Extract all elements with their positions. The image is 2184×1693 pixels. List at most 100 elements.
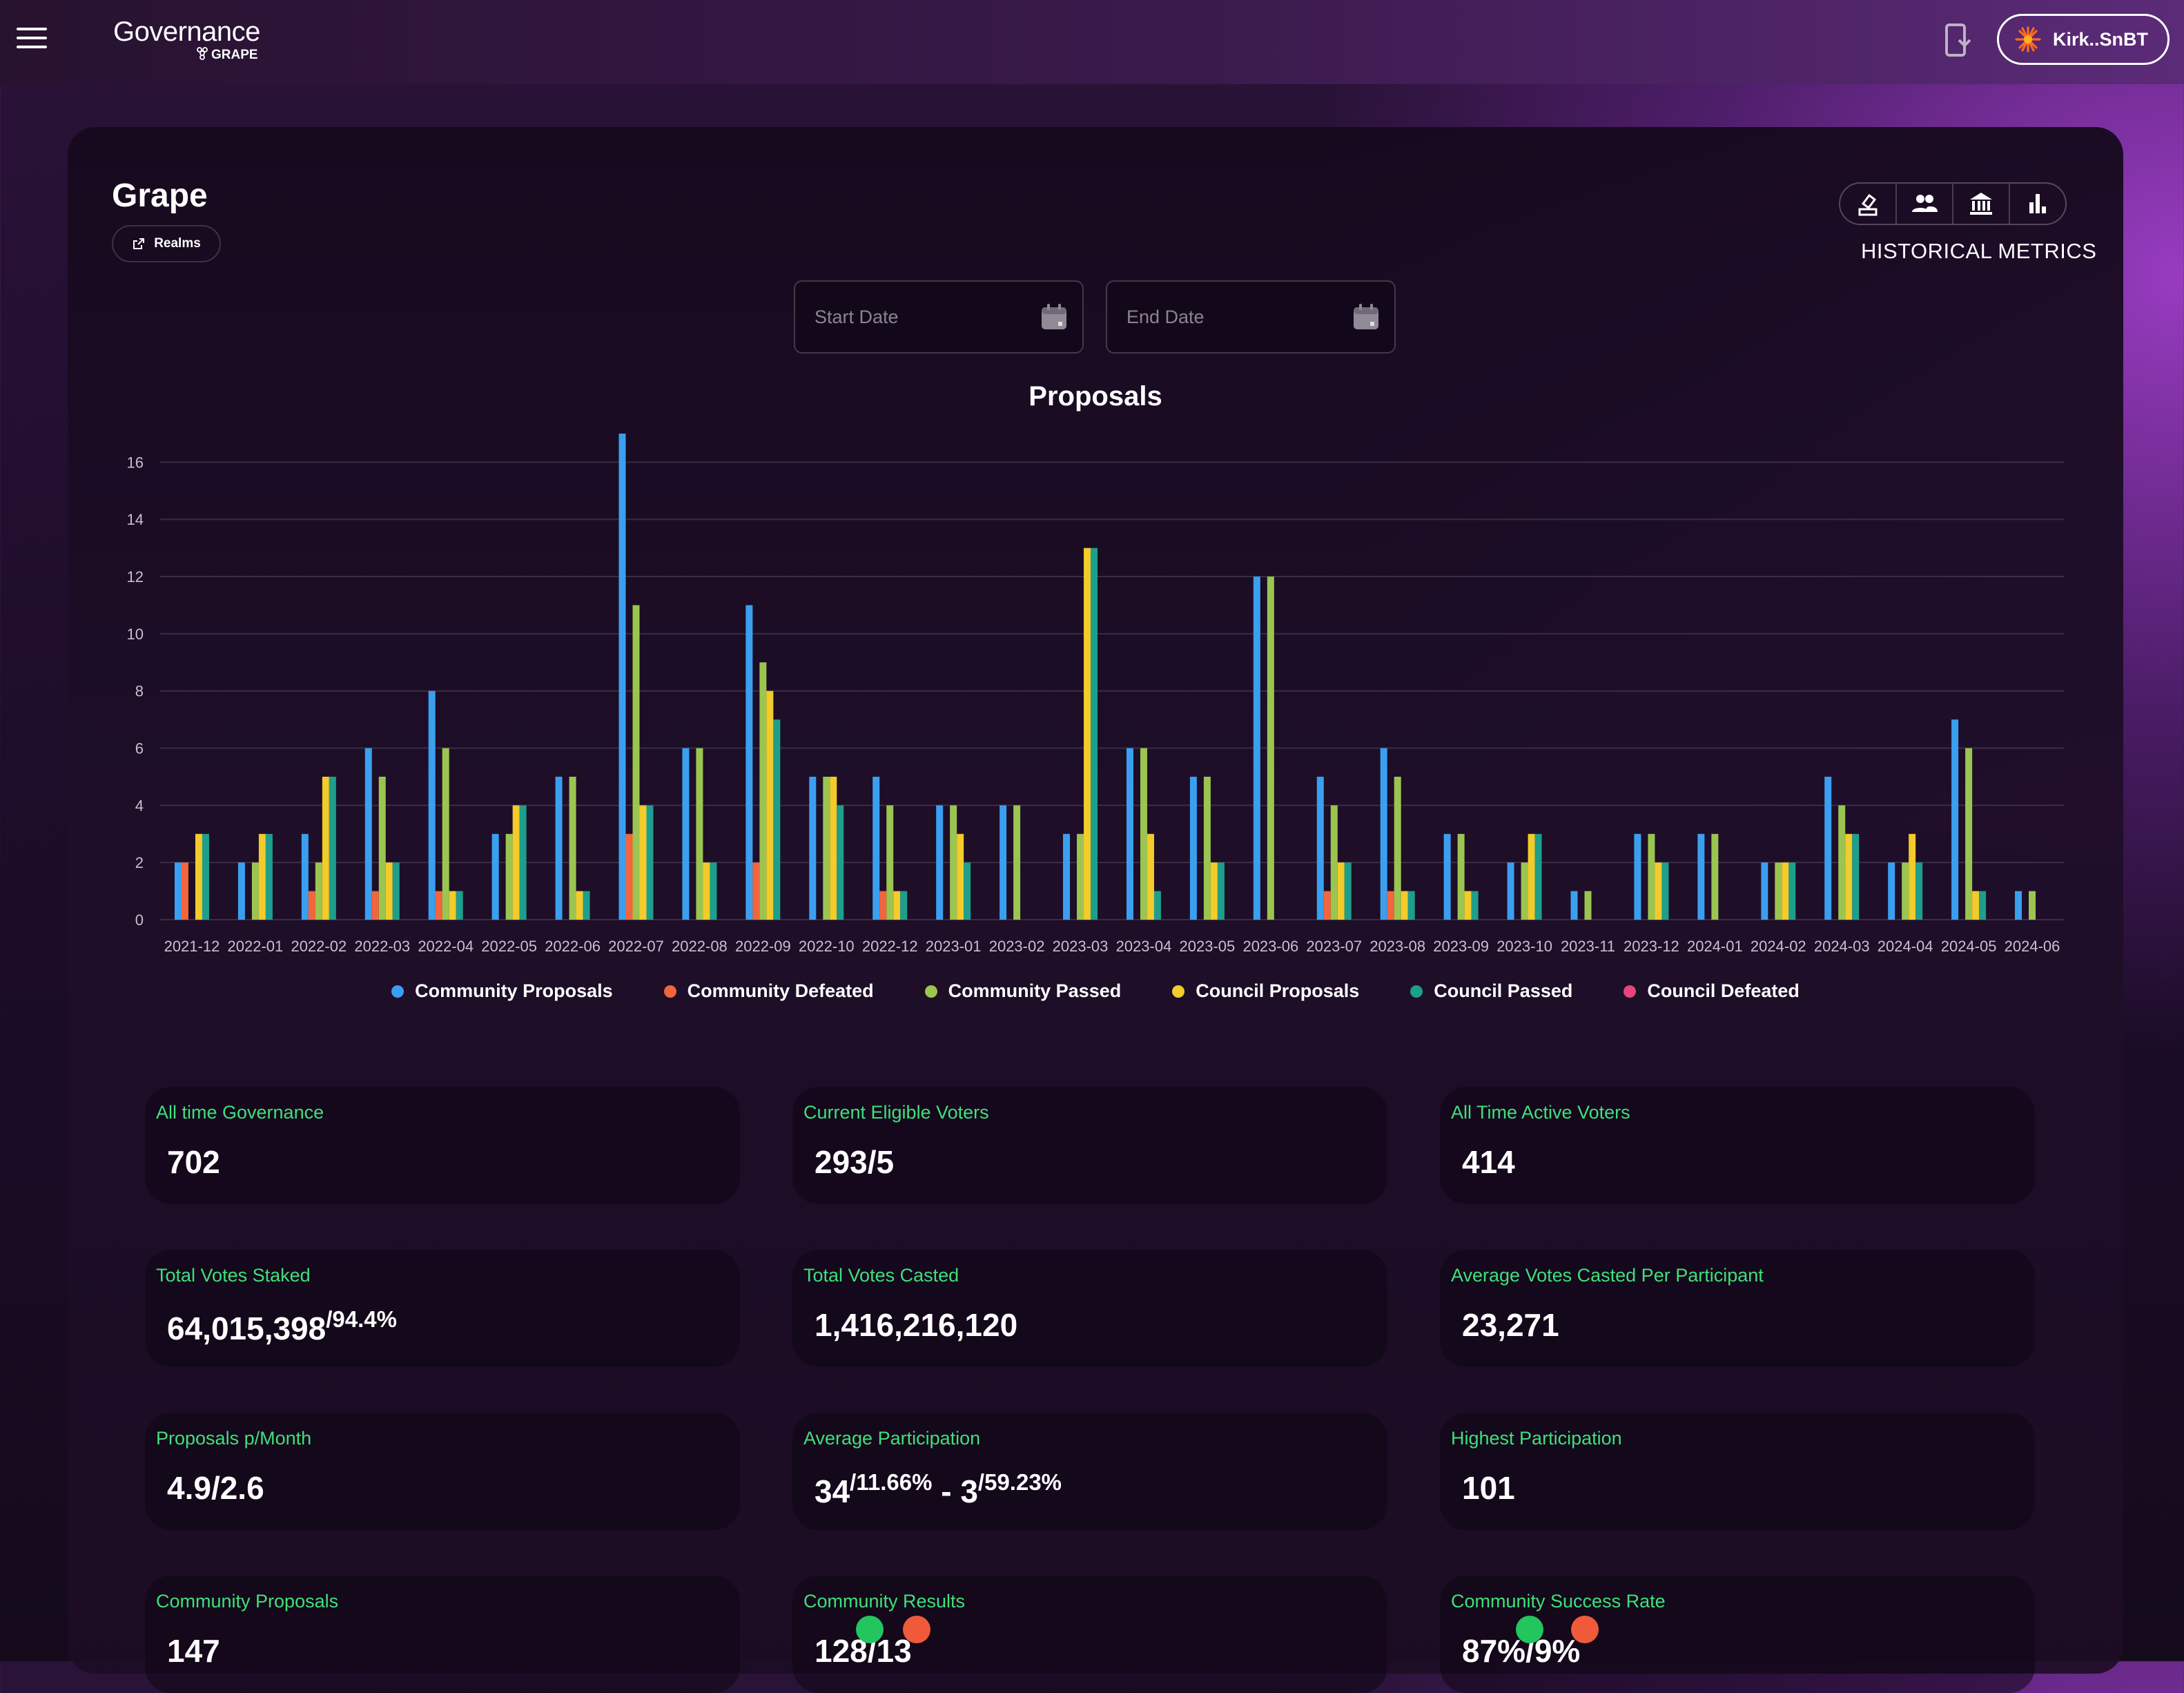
brand-title: Governance bbox=[113, 17, 260, 47]
thumbs-down-icon bbox=[903, 1616, 930, 1643]
x-tick-label: 2023-05 bbox=[1180, 938, 1236, 955]
metric-label: Average Votes Casted Per Participant bbox=[1451, 1265, 1764, 1286]
bar-community-proposals bbox=[1634, 833, 1641, 920]
legend-item[interactable]: Community Passed bbox=[924, 980, 1121, 1002]
brand-subtitle: GRAPE bbox=[196, 46, 258, 63]
wallet-button[interactable]: Kirk..SnBT bbox=[1997, 14, 2170, 65]
legend-item[interactable]: Council Passed bbox=[1410, 980, 1572, 1002]
bar-community-proposals bbox=[1000, 805, 1007, 920]
bar-community-passed bbox=[1203, 776, 1211, 920]
bar-council-passed bbox=[1788, 862, 1796, 920]
bar-council-passed bbox=[837, 805, 844, 920]
bar-community-proposals bbox=[1697, 833, 1705, 920]
legend-swatch bbox=[1624, 985, 1637, 998]
metric-label: Average Participation bbox=[803, 1428, 981, 1449]
x-tick-label: 2023-03 bbox=[1053, 938, 1109, 955]
bar-community-proposals bbox=[745, 605, 753, 920]
bar-community-passed bbox=[378, 776, 386, 920]
bar-council-proposals bbox=[1337, 862, 1345, 920]
bar-community-proposals bbox=[1951, 719, 1959, 920]
x-tick-label: 2022-03 bbox=[354, 938, 410, 955]
bar-community-passed bbox=[1838, 805, 1846, 920]
bar-council-proposals bbox=[766, 690, 774, 920]
metric-tile: Average Votes Casted Per Participant 23,2… bbox=[1440, 1250, 2035, 1367]
legend-label: Community Defeated bbox=[687, 980, 874, 1001]
x-tick-label: 2022-09 bbox=[735, 938, 791, 955]
x-tick-label: 2021-12 bbox=[164, 938, 220, 955]
bar-council-proposals bbox=[322, 776, 329, 920]
bar-council-passed bbox=[1979, 891, 1987, 920]
bar-community-proposals bbox=[809, 776, 817, 920]
x-tick-label: 2024-01 bbox=[1687, 938, 1743, 955]
metric-value: 101 bbox=[1462, 1470, 1515, 1506]
bar-council-proposals bbox=[957, 833, 964, 920]
metric-label: Current Eligible Voters bbox=[803, 1102, 989, 1123]
metric-tile: Total Votes Casted 1,416,216,120 bbox=[792, 1250, 1387, 1367]
thumbs-down-icon bbox=[1571, 1616, 1599, 1643]
bar-council-passed bbox=[1153, 891, 1161, 920]
metric-value: 1,416,216,120 bbox=[815, 1307, 1018, 1343]
bar-community-proposals bbox=[1189, 776, 1197, 920]
x-tick-label: 2022-06 bbox=[545, 938, 601, 955]
bar-council-passed bbox=[519, 805, 527, 920]
bar-community-passed bbox=[1077, 833, 1084, 920]
x-tick-label: 2023-06 bbox=[1242, 938, 1298, 955]
bar-community-passed bbox=[1584, 891, 1592, 920]
bar-community-passed bbox=[1013, 805, 1021, 920]
x-tick-label: 2024-06 bbox=[2005, 938, 2060, 955]
bar-community-passed bbox=[823, 776, 830, 920]
bar-council-proposals bbox=[1528, 833, 1535, 920]
legend-item[interactable]: Community Defeated bbox=[663, 980, 874, 1002]
y-tick-label: 8 bbox=[135, 683, 144, 700]
bar-council-passed bbox=[1344, 862, 1352, 920]
bar-council-passed bbox=[773, 719, 781, 920]
metric-label: Total Votes Casted bbox=[803, 1265, 959, 1286]
bar-community-passed bbox=[1711, 833, 1719, 920]
bar-council-passed bbox=[265, 833, 273, 920]
metric-tile: All Time Active Voters 414 bbox=[1440, 1087, 2035, 1204]
legend-swatch bbox=[391, 985, 404, 998]
bar-community-proposals bbox=[1063, 833, 1071, 920]
bar-community-defeated bbox=[625, 833, 633, 920]
bar-council-proposals bbox=[512, 805, 520, 920]
legend-item[interactable]: Council Proposals bbox=[1172, 980, 1359, 1002]
install-app-icon[interactable] bbox=[1944, 22, 1974, 58]
bar-community-defeated bbox=[181, 862, 188, 920]
bar-community-defeated bbox=[435, 891, 442, 920]
bar-council-passed bbox=[1534, 833, 1542, 920]
x-tick-label: 2023-08 bbox=[1369, 938, 1425, 955]
x-tick-label: 2024-03 bbox=[1814, 938, 1870, 955]
x-tick-label: 2023-04 bbox=[1116, 938, 1172, 955]
legend-label: Council Proposals bbox=[1196, 980, 1360, 1001]
bar-community-passed bbox=[1457, 833, 1465, 920]
bar-community-passed bbox=[315, 862, 322, 920]
bar-community-defeated bbox=[879, 891, 887, 920]
bar-community-proposals bbox=[682, 748, 690, 920]
legend-item[interactable]: Council Defeated bbox=[1624, 980, 1800, 1002]
bar-community-passed bbox=[1965, 748, 1973, 920]
brand-logo[interactable]: Governance GRAPE bbox=[113, 17, 260, 62]
metric-tile: Proposals p/Month 4.9/2.6 bbox=[145, 1413, 740, 1530]
bar-community-proposals bbox=[1443, 833, 1451, 920]
bar-community-passed bbox=[1140, 748, 1147, 920]
metric-label: Community Success Rate bbox=[1451, 1591, 1666, 1612]
bar-community-defeated bbox=[1387, 891, 1394, 920]
y-tick-label: 14 bbox=[127, 511, 144, 528]
metric-label: Highest Participation bbox=[1451, 1428, 1622, 1449]
metric-value-suffix: /11.66% bbox=[850, 1469, 933, 1495]
x-tick-label: 2023-09 bbox=[1433, 938, 1489, 955]
menu-icon[interactable] bbox=[17, 28, 47, 51]
bar-council-proposals bbox=[1845, 833, 1853, 920]
x-tick-label: 2023-11 bbox=[1561, 938, 1615, 955]
bar-council-passed bbox=[1091, 548, 1098, 920]
bar-community-passed bbox=[696, 748, 703, 920]
metric-tile: All time Governance 702 bbox=[145, 1087, 740, 1204]
metric-value: 702 bbox=[167, 1144, 220, 1180]
legend-item[interactable]: Community Proposals bbox=[391, 980, 613, 1002]
bar-community-passed bbox=[569, 776, 576, 920]
bar-council-proposals bbox=[1147, 833, 1154, 920]
bar-community-proposals bbox=[1126, 748, 1133, 920]
grape-logo-icon bbox=[197, 47, 208, 60]
metric-tile: Highest Participation 101 bbox=[1440, 1413, 2035, 1530]
bar-council-passed bbox=[1407, 891, 1415, 920]
